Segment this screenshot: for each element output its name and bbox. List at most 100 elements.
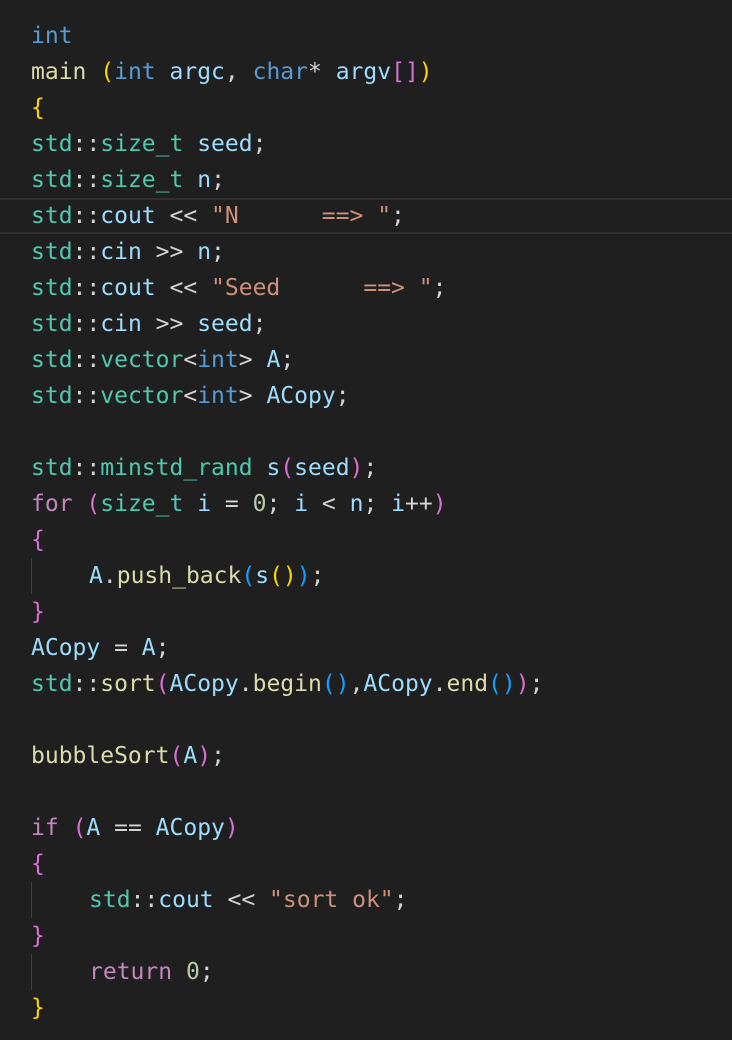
code-line[interactable]: std::cout << "N ==> ";	[0, 198, 732, 234]
code-token: A	[141, 635, 156, 661]
code-token: <<	[213, 887, 270, 913]
code-line[interactable]: }	[0, 594, 732, 630]
code-token: ;	[280, 347, 295, 373]
code-line[interactable]: std::size_t seed;	[0, 126, 732, 162]
code-line[interactable]	[0, 702, 732, 738]
code-token: seed	[197, 311, 253, 337]
code-token: ;	[363, 491, 392, 517]
code-token: (	[280, 455, 295, 481]
code-token: )	[515, 671, 530, 697]
code-token: (	[72, 815, 87, 841]
code-token: ;	[199, 959, 214, 985]
code-token: <	[183, 347, 198, 373]
code-token: minstd_rand	[100, 455, 253, 481]
code-line[interactable]: return 0;	[0, 954, 732, 990]
code-token: }	[31, 599, 45, 625]
code-line[interactable]: int	[0, 18, 732, 54]
code-token: for	[31, 491, 73, 517]
code-token: ==	[100, 815, 156, 841]
code-token: .	[238, 671, 253, 697]
code-line[interactable]	[0, 414, 732, 450]
code-line[interactable]: std::size_t n;	[0, 162, 732, 198]
code-token: }	[31, 995, 45, 1021]
code-token: .	[102, 563, 117, 589]
indent-guide	[31, 558, 32, 594]
code-line[interactable]: }	[0, 990, 732, 1026]
code-line[interactable]: std::cout << "sort ok";	[0, 882, 732, 918]
code-token: >>	[141, 239, 198, 265]
code-token: int	[31, 23, 73, 49]
code-line[interactable]: std::cin >> seed;	[0, 306, 732, 342]
code-token: s	[255, 563, 270, 589]
code-token: {	[31, 851, 45, 877]
code-token: i	[197, 491, 212, 517]
code-token: std	[31, 671, 73, 697]
code-token: A	[266, 347, 281, 373]
code-line[interactable]: std::cin >> n;	[0, 234, 732, 270]
code-token: ;	[391, 203, 405, 229]
code-token: ACopy	[266, 383, 336, 409]
code-line[interactable]: }	[0, 918, 732, 954]
code-token: .	[432, 671, 447, 697]
code-line[interactable]: std::sort(ACopy.begin(),ACopy.end());	[0, 666, 732, 702]
code-token: ACopy	[169, 671, 239, 697]
code-line[interactable]: main (int argc, char* argv[])	[0, 54, 732, 90]
code-token: sort	[100, 671, 156, 697]
code-token: >	[238, 383, 267, 409]
code-token: argc	[169, 59, 225, 85]
code-token: size_t	[100, 167, 184, 193]
code-token: =	[211, 491, 253, 517]
code-token: i	[294, 491, 309, 517]
code-line[interactable]: {	[0, 846, 732, 882]
code-token: main	[31, 59, 87, 85]
code-line[interactable]: {	[0, 522, 732, 558]
indent-guide	[31, 954, 32, 990]
code-token: std	[89, 887, 131, 913]
code-line[interactable]: if (A == ACopy)	[0, 810, 732, 846]
code-token: "Seed ==> "	[211, 275, 433, 301]
code-token: ;	[310, 563, 325, 589]
code-line[interactable]	[0, 774, 732, 810]
code-token: >	[238, 347, 267, 373]
code-editor[interactable]: int main (int argc, char* argv[]){std::si…	[0, 18, 732, 1040]
code-line[interactable]: A.push_back(s());	[0, 558, 732, 594]
code-token: )	[296, 563, 311, 589]
code-line[interactable]: std::cout << "Seed ==> ";	[0, 270, 732, 306]
code-token: *	[308, 59, 336, 85]
code-token: ::	[72, 383, 101, 409]
code-token: cout	[158, 887, 214, 913]
code-token: A	[89, 563, 103, 589]
code-token: ;	[211, 167, 225, 193]
code-token: ;	[363, 455, 378, 481]
code-line[interactable]: {	[0, 90, 732, 126]
code-line[interactable]: std::minstd_rand s(seed);	[0, 450, 732, 486]
code-line[interactable]: std::vector<int> A;	[0, 342, 732, 378]
code-token: {	[31, 95, 45, 121]
code-token: cout	[100, 275, 156, 301]
code-line[interactable]: bubbleSort(A);	[0, 738, 732, 774]
code-token: begin	[252, 671, 322, 697]
code-token: <	[183, 383, 198, 409]
code-token: n	[197, 239, 212, 265]
code-token: ;	[252, 131, 267, 157]
code-token: n	[349, 491, 364, 517]
indent-guide	[31, 882, 32, 918]
code-token: ::	[130, 887, 159, 913]
code-token: int	[197, 347, 239, 373]
code-token: int	[197, 383, 239, 409]
code-line[interactable]: for (size_t i = 0; i < n; i++)	[0, 486, 732, 522]
code-token: ;	[529, 671, 544, 697]
code-line[interactable]: ACopy = A;	[0, 630, 732, 666]
code-token: vector	[100, 383, 184, 409]
code-line[interactable]: std::vector<int> ACopy;	[0, 378, 732, 414]
code-token: ::	[72, 203, 101, 229]
code-token: )	[418, 59, 433, 85]
code-token: A	[86, 815, 101, 841]
code-token: ++	[405, 491, 433, 517]
code-token: )	[432, 491, 447, 517]
code-token: ACopy	[155, 815, 225, 841]
code-token: ()	[488, 671, 516, 697]
code-token: std	[31, 239, 73, 265]
